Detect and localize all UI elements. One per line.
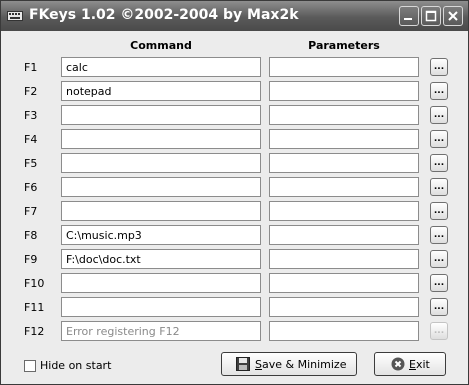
- parameters-column-header: Parameters: [308, 39, 380, 52]
- browse-button[interactable]: ...: [430, 322, 448, 340]
- hotkey-label: F6: [24, 181, 38, 194]
- command-input[interactable]: [61, 129, 261, 149]
- command-input[interactable]: [61, 57, 261, 77]
- window-title: FKeys 1.02 ©2002-2004 by Max2k: [29, 7, 299, 23]
- parameters-input[interactable]: [269, 105, 419, 125]
- command-input[interactable]: [61, 297, 261, 317]
- browse-button[interactable]: ...: [430, 274, 448, 292]
- exit-button[interactable]: Exit: [374, 352, 446, 376]
- command-input[interactable]: [61, 201, 261, 221]
- command-column-header: Command: [130, 39, 192, 52]
- parameters-input[interactable]: [269, 225, 419, 245]
- close-button[interactable]: [443, 6, 463, 26]
- floppy-disk-icon: [236, 357, 250, 371]
- hotkey-label: F1: [24, 61, 38, 74]
- browse-button[interactable]: ...: [430, 130, 448, 148]
- command-input[interactable]: [61, 249, 261, 269]
- save-minimize-button[interactable]: Save & Minimize: [221, 352, 357, 376]
- hotkey-label: F9: [24, 253, 38, 266]
- parameters-input[interactable]: [269, 177, 419, 197]
- command-input[interactable]: [61, 225, 261, 245]
- hotkey-label: F11: [24, 301, 45, 314]
- browse-button[interactable]: ...: [430, 298, 448, 316]
- hide-on-start-checkbox[interactable]: [24, 360, 36, 372]
- minimize-icon: [404, 18, 412, 20]
- browse-button[interactable]: ...: [430, 58, 448, 76]
- command-input[interactable]: [61, 321, 261, 341]
- minimize-button[interactable]: [399, 6, 419, 26]
- parameters-input[interactable]: [269, 201, 419, 221]
- parameters-input[interactable]: [269, 273, 419, 293]
- keyboard-icon: [7, 11, 23, 21]
- command-input[interactable]: [61, 273, 261, 293]
- hotkey-label: F3: [24, 109, 38, 122]
- command-input[interactable]: [61, 153, 261, 173]
- browse-button[interactable]: ...: [430, 106, 448, 124]
- hotkey-label: F4: [24, 133, 38, 146]
- parameters-input[interactable]: [269, 249, 419, 269]
- browse-button[interactable]: ...: [430, 82, 448, 100]
- hotkey-label: F5: [24, 157, 38, 170]
- browse-button[interactable]: ...: [430, 226, 448, 244]
- maximize-button[interactable]: [421, 6, 441, 26]
- exit-icon: [391, 357, 405, 371]
- hotkey-label: F2: [24, 85, 38, 98]
- parameters-input[interactable]: [269, 297, 419, 317]
- command-input[interactable]: [61, 81, 261, 101]
- hide-on-start-label: Hide on start: [40, 359, 112, 372]
- exit-label: Exit: [409, 358, 430, 371]
- parameters-input[interactable]: [269, 153, 419, 173]
- maximize-icon: [425, 10, 437, 22]
- hotkey-label: F12: [24, 325, 45, 338]
- client-area: Command Parameters F1... F2... F3... F4... F…: [4, 31, 465, 381]
- command-input[interactable]: [61, 177, 261, 197]
- hotkey-label: F8: [24, 229, 38, 242]
- hotkey-label: F10: [24, 277, 45, 290]
- browse-button[interactable]: ...: [430, 178, 448, 196]
- parameters-input[interactable]: [269, 57, 419, 77]
- title-bar[interactable]: FKeys 1.02 ©2002-2004 by Max2k: [1, 1, 468, 31]
- command-input[interactable]: [61, 105, 261, 125]
- save-minimize-label: Save & Minimize: [255, 358, 347, 371]
- app-window: FKeys 1.02 ©2002-2004 by Max2k Command P…: [0, 0, 469, 385]
- close-icon: [448, 11, 458, 21]
- parameters-input[interactable]: [269, 81, 419, 101]
- browse-button[interactable]: ...: [430, 154, 448, 172]
- hotkey-label: F7: [24, 205, 38, 218]
- parameters-input[interactable]: [269, 321, 419, 341]
- browse-button[interactable]: ...: [430, 250, 448, 268]
- browse-button[interactable]: ...: [430, 202, 448, 220]
- parameters-input[interactable]: [269, 129, 419, 149]
